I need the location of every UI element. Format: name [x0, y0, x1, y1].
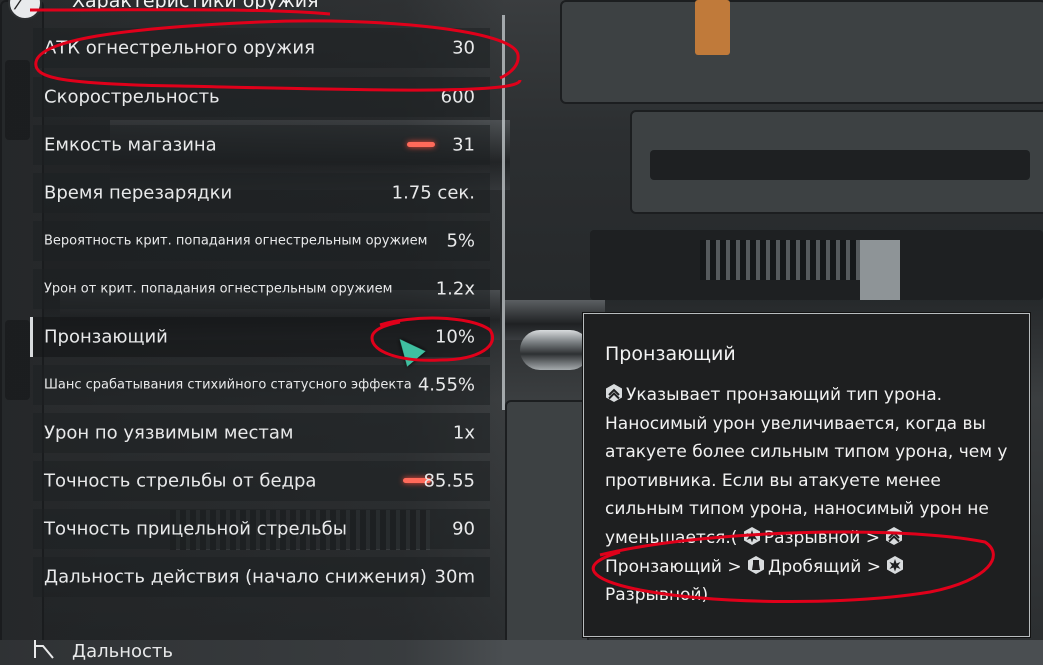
- weapon-icon: /: [8, 0, 42, 20]
- panel-header: / Характеристики оружия: [0, 0, 510, 20]
- stat-label: Дальность действия (начало снижения): [44, 566, 427, 588]
- chain-separator: >: [727, 556, 742, 577]
- stat-label: Точность прицельной стрельбы: [44, 518, 347, 540]
- burst-icon: [887, 555, 904, 574]
- stat-label: Урон от крит. попадания огнестрельным ор…: [44, 281, 393, 297]
- stat-row-ads-accuracy[interactable]: Точность прицельной стрельбы 90: [33, 509, 490, 549]
- stat-value: 1.75 сек.: [391, 182, 475, 204]
- stat-value: 31: [452, 134, 475, 156]
- stat-label: Урон по уязвимым местам: [44, 422, 294, 444]
- chain-label: Пронзающий: [605, 556, 722, 577]
- stat-label: Время перезарядки: [44, 182, 233, 204]
- stat-label: Пронзающий: [44, 326, 168, 348]
- range-section-header[interactable]: Дальность: [33, 636, 490, 665]
- stat-row-firearm-atk[interactable]: АТК огнестрельного оружия 30: [33, 28, 490, 68]
- stat-label: Вероятность крит. попадания огнестрельны…: [44, 233, 428, 249]
- chain-separator: >: [865, 527, 881, 548]
- stat-label: АТК огнестрельного оружия: [44, 37, 315, 59]
- panel-title: Характеристики оружия: [72, 0, 319, 12]
- stat-value: 85.55: [423, 470, 475, 492]
- stat-row-fire-rate[interactable]: Скорострельность 600: [33, 77, 490, 117]
- pierce-icon: [606, 384, 622, 402]
- stat-value: 600: [440, 86, 475, 108]
- scrollbar-track[interactable]: [502, 15, 505, 410]
- stat-value: 30: [452, 37, 475, 59]
- chain-label: Разрывной: [763, 527, 861, 548]
- stat-row-element-status[interactable]: Шанс срабатывания стихийного статусного …: [33, 365, 490, 405]
- stat-row-range-falloff[interactable]: Дальность действия (начало снижения) 30m: [33, 557, 490, 597]
- stat-label: Емкость магазина: [44, 134, 217, 156]
- stat-row-reload[interactable]: Время перезарядки 1.75 сек.: [33, 173, 490, 213]
- section-label: Дальность: [72, 641, 173, 662]
- stat-value: 10%: [434, 326, 475, 348]
- stat-row-magazine[interactable]: Емкость магазина 31: [33, 125, 490, 165]
- stat-row-crit-chance[interactable]: Вероятность крит. попадания огнестрельны…: [33, 221, 490, 261]
- stat-change-indicator: [407, 142, 435, 147]
- stat-value: 4.55%: [417, 374, 475, 396]
- stat-value: 5%: [446, 230, 475, 252]
- tooltip-body: Указывает пронзающий тип урона. Наносимы…: [605, 381, 1015, 610]
- chain-label: Разрывной: [605, 585, 702, 606]
- pierce-icon: [886, 526, 903, 545]
- weapon-stats-panel: / Характеристики оружия АТК огнестрельно…: [0, 0, 510, 665]
- stat-value: 1.2x: [435, 278, 475, 300]
- stat-label: Шанс срабатывания стихийного статусного …: [44, 377, 412, 393]
- stat-value: 30m: [434, 566, 475, 588]
- chain-label: Дробящий: [768, 556, 862, 577]
- piercing-tooltip: Пронзающий Указывает пронзающий тип урон…: [583, 313, 1030, 637]
- stat-row-weakpoint[interactable]: Урон по уязвимым местам 1x: [33, 413, 490, 453]
- stat-value: 90: [452, 518, 475, 540]
- crush-icon: [748, 555, 765, 574]
- stat-value: 1x: [452, 422, 475, 444]
- stat-row-hip-accuracy[interactable]: Точность стрельбы от бедра 85.55: [33, 461, 490, 501]
- tooltip-title: Пронзающий: [605, 343, 736, 365]
- chain-separator: >: [866, 556, 881, 577]
- stat-label: Скорострельность: [44, 86, 220, 108]
- stat-row-crit-damage[interactable]: Урон от крит. попадания огнестрельным ор…: [33, 269, 490, 309]
- stat-label: Точность стрельбы от бедра: [44, 470, 317, 492]
- tooltip-close-paren: ): [701, 585, 709, 606]
- burst-icon: [743, 526, 760, 545]
- range-falloff-icon: [34, 640, 54, 659]
- tooltip-description: Указывает пронзающий тип урона. Наносимы…: [605, 385, 1008, 548]
